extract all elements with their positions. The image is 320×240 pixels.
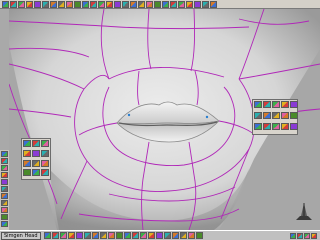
render-icon[interactable]	[130, 0, 137, 8]
taskbar: Simgen Head	[0, 230, 320, 240]
bevel-icon[interactable]	[66, 0, 73, 8]
mail-icon[interactable]	[59, 232, 67, 239]
globe-icon[interactable]	[290, 101, 298, 108]
mirror-icon[interactable]	[74, 0, 81, 8]
chain-icon[interactable]	[1, 186, 8, 192]
chat-icon[interactable]	[99, 232, 107, 239]
undo-icon[interactable]	[162, 0, 169, 8]
bolt-icon[interactable]	[263, 101, 271, 108]
media-icon[interactable]	[107, 232, 115, 239]
split-icon[interactable]	[50, 0, 57, 8]
arrow-icon[interactable]	[23, 169, 31, 177]
shield-icon[interactable]	[311, 232, 317, 239]
flag-icon[interactable]	[281, 123, 289, 130]
brush-icon[interactable]	[23, 159, 31, 167]
magnet-icon[interactable]	[1, 193, 8, 199]
mail-icon[interactable]	[195, 232, 203, 239]
lens-icon[interactable]	[263, 123, 271, 130]
extrude-icon[interactable]	[58, 0, 65, 8]
ie-icon[interactable]	[51, 232, 59, 239]
folder-icon[interactable]	[67, 232, 75, 239]
rotate-icon[interactable]	[18, 0, 25, 8]
vol-icon[interactable]	[187, 232, 195, 239]
key-icon[interactable]	[290, 112, 298, 119]
brush-icon[interactable]	[1, 158, 8, 164]
hand-icon[interactable]	[1, 200, 8, 206]
wand-icon[interactable]	[1, 151, 8, 157]
lasso-icon[interactable]	[34, 0, 41, 8]
move-icon[interactable]	[10, 0, 17, 8]
help-icon[interactable]	[202, 0, 209, 8]
pencil-icon[interactable]	[23, 149, 31, 157]
network-icon[interactable]	[297, 232, 303, 239]
web-icon[interactable]	[139, 232, 147, 239]
pencil-icon[interactable]	[1, 179, 8, 185]
taskbar-quick-launch	[43, 232, 204, 239]
weld-icon[interactable]	[82, 0, 89, 8]
app-icon[interactable]	[75, 232, 83, 239]
floating-palette-left	[21, 138, 51, 180]
start-button[interactable]: Simgen Head	[1, 231, 41, 240]
explorer-icon[interactable]	[43, 232, 51, 239]
tag-icon[interactable]	[254, 123, 262, 130]
cube-icon[interactable]	[1, 221, 8, 227]
cross-icon[interactable]	[41, 149, 49, 157]
star-icon[interactable]	[41, 159, 49, 167]
smooth-icon[interactable]	[272, 112, 280, 119]
curve-icon[interactable]	[23, 140, 31, 147]
floating-palette-right	[252, 99, 298, 135]
bridge-icon[interactable]	[106, 0, 113, 8]
link-icon[interactable]	[290, 123, 298, 130]
game-icon[interactable]	[131, 232, 139, 239]
drop-icon[interactable]	[254, 112, 262, 119]
snap-icon[interactable]	[154, 0, 161, 8]
pin-icon[interactable]	[41, 169, 49, 177]
modeling-app: Simgen Head	[0, 0, 320, 240]
arrow-icon[interactable]	[281, 112, 289, 119]
start-label: Simgen Head	[4, 232, 38, 239]
globe-icon[interactable]	[1, 214, 8, 220]
scale-icon[interactable]	[26, 0, 33, 8]
calc-icon[interactable]	[123, 232, 131, 239]
loop-icon[interactable]	[32, 140, 40, 147]
zoom-icon[interactable]	[1, 207, 8, 213]
smooth-icon[interactable]	[90, 0, 97, 8]
top-shelf	[0, 0, 320, 9]
eye-icon[interactable]	[1, 172, 8, 178]
grid-icon[interactable]	[146, 0, 153, 8]
clock-icon[interactable]	[304, 232, 310, 239]
camera-icon[interactable]	[114, 0, 121, 8]
layer-icon[interactable]	[138, 0, 145, 8]
speaker-icon[interactable]	[290, 232, 296, 239]
select-icon[interactable]	[2, 0, 9, 8]
open-icon[interactable]	[186, 0, 193, 8]
leaf-icon[interactable]	[254, 101, 262, 108]
net-icon[interactable]	[179, 232, 187, 239]
spray-icon[interactable]	[32, 149, 40, 157]
wrench-icon[interactable]	[272, 123, 280, 130]
pin-icon[interactable]	[281, 101, 289, 108]
axis-gizmo-icon[interactable]	[293, 201, 315, 223]
new-icon[interactable]	[194, 0, 201, 8]
term-icon[interactable]	[91, 232, 99, 239]
blob-icon[interactable]	[32, 169, 40, 177]
system-tray	[290, 232, 318, 239]
paint-icon[interactable]	[42, 0, 49, 8]
brush-icon[interactable]	[272, 101, 280, 108]
save-icon[interactable]	[178, 0, 185, 8]
doc-icon[interactable]	[115, 232, 123, 239]
light-icon[interactable]	[122, 0, 129, 8]
knife-icon[interactable]	[98, 0, 105, 8]
close-icon[interactable]	[210, 0, 217, 8]
cut-icon[interactable]	[1, 165, 8, 171]
ring-icon[interactable]	[41, 140, 49, 147]
mesh-icon[interactable]	[147, 232, 155, 239]
paint-icon[interactable]	[83, 232, 91, 239]
cross-icon[interactable]	[263, 112, 271, 119]
redo-icon[interactable]	[170, 0, 177, 8]
drop-icon[interactable]	[32, 159, 40, 167]
zip-icon[interactable]	[163, 232, 171, 239]
render-icon[interactable]	[155, 232, 163, 239]
tool-icon[interactable]	[171, 232, 179, 239]
